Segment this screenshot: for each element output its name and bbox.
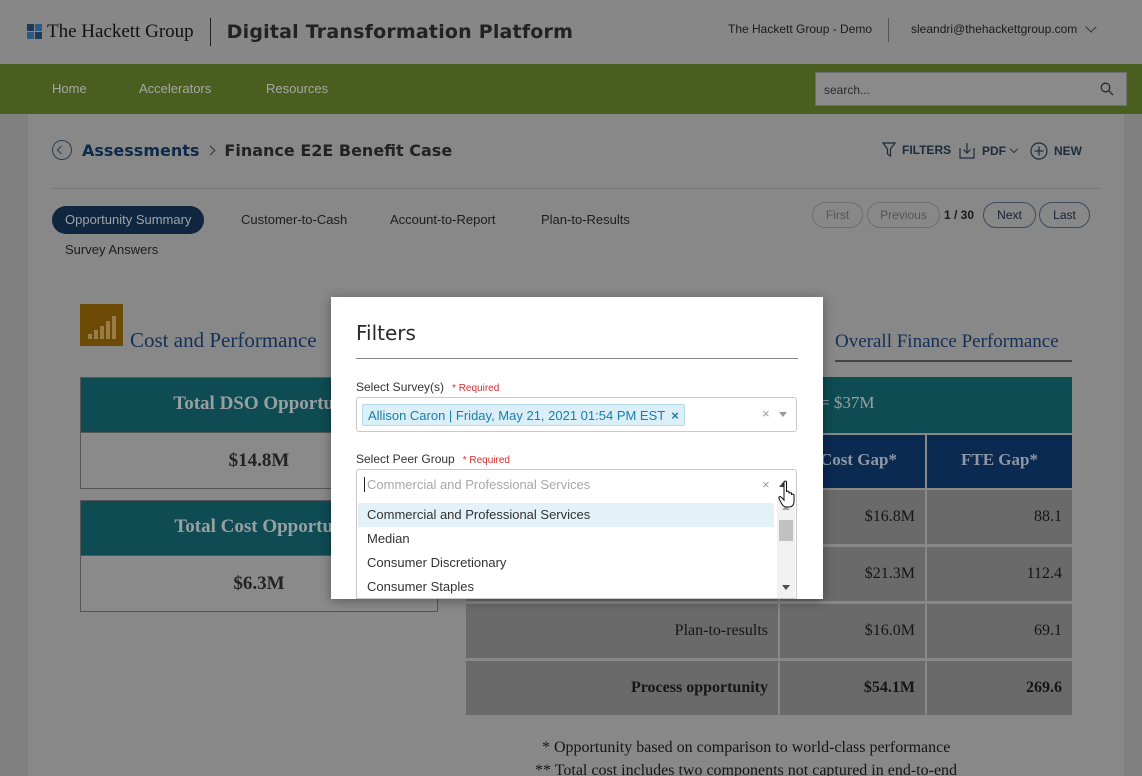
survey-tag: Allison Caron | Friday, May 21, 2021 01:…	[362, 404, 685, 426]
row-fte: 269.6	[927, 661, 1072, 715]
page-count: 1 / 30	[944, 208, 975, 222]
page-title: Finance E2E Benefit Case	[224, 140, 453, 160]
breadcrumb: Assessments Finance E2E Benefit Case	[52, 140, 452, 160]
scroll-thumb[interactable]	[779, 520, 793, 541]
dropdown-option[interactable]: Consumer Discretionary	[358, 551, 774, 575]
new-label: NEW	[1054, 144, 1082, 158]
row-label: Process opportunity	[466, 661, 778, 715]
clear-icon[interactable]: ×	[762, 406, 770, 421]
survey-field-label: Select Survey(s) * Required	[356, 380, 499, 394]
bar-chart-icon	[80, 304, 123, 346]
filters-dialog: Filters Select Survey(s) * Required Allis…	[331, 297, 823, 599]
brand-name: The Hackett Group	[47, 21, 194, 42]
dropdown-scrollbar[interactable]	[777, 499, 795, 598]
footnote: * Opportunity based on comparison to wor…	[542, 739, 951, 756]
top-header: The Hackett Group Digital Transformation…	[0, 0, 1142, 64]
scroll-down-icon[interactable]	[782, 585, 790, 590]
row-cost: $54.1M	[780, 661, 925, 715]
required-marker: * Required	[462, 455, 510, 466]
row-cost: $16.0M	[780, 604, 925, 658]
banner-total: = $37M	[820, 393, 875, 412]
survey-label-text: Select Survey(s)	[356, 380, 445, 394]
clear-icon[interactable]: ×	[762, 477, 770, 492]
download-icon	[959, 143, 975, 159]
dropdown-option[interactable]: Commercial and Professional Services	[358, 503, 774, 527]
chevron-down-icon	[1009, 144, 1019, 154]
footnote: ** Total cost includes two components no…	[535, 762, 958, 776]
peer-field-label: Select Peer Group * Required	[356, 452, 510, 466]
divider	[835, 360, 1072, 362]
first-page-button[interactable]: First	[812, 202, 863, 228]
tag-remove-icon[interactable]: ×	[671, 408, 679, 423]
row-fte: 69.1	[927, 604, 1072, 658]
caret-down-icon[interactable]	[779, 412, 787, 417]
user-menu[interactable]: sleandri@thehackettgroup.com	[911, 21, 1097, 36]
last-page-button[interactable]: Last	[1039, 202, 1090, 228]
row-fte: 88.1	[927, 490, 1072, 544]
peer-group-select[interactable]: ×	[356, 469, 797, 500]
survey-select[interactable]: Allison Caron | Friday, May 21, 2021 01:…	[356, 397, 797, 432]
peer-group-dropdown: Commercial and Professional Services Med…	[356, 499, 797, 599]
divider	[888, 18, 889, 42]
next-page-button[interactable]: Next	[983, 202, 1036, 228]
row-fte: 112.4	[927, 547, 1072, 601]
dialog-title: Filters	[356, 321, 416, 345]
filter-icon	[882, 142, 896, 158]
tenant-name[interactable]: The Hackett Group - Demo	[728, 22, 872, 36]
search-icon[interactable]	[1100, 82, 1114, 96]
divider	[52, 188, 1100, 189]
nav-accelerators[interactable]: Accelerators	[139, 81, 211, 96]
peer-label-text: Select Peer Group	[356, 452, 455, 466]
brand-logo[interactable]: The Hackett Group Digital Transformation…	[27, 18, 573, 46]
pdf-label: PDF	[982, 144, 1006, 158]
survey-tag-label: Allison Caron | Friday, May 21, 2021 01:…	[368, 408, 666, 423]
tab-plan-to-results[interactable]: Plan-to-Results	[541, 212, 630, 227]
pdf-button[interactable]: PDF	[958, 142, 1019, 160]
dropdown-option[interactable]: Median	[358, 527, 774, 551]
row-label: Plan-to-results	[466, 604, 778, 658]
tab-account-to-report[interactable]: Account-to-Report	[390, 212, 496, 227]
previous-page-button[interactable]: Previous	[867, 202, 940, 228]
back-arrow-icon[interactable]	[52, 140, 72, 160]
user-email: sleandri@thehackettgroup.com	[911, 22, 1078, 36]
search-box	[815, 72, 1127, 106]
filters-label: FILTERS	[902, 143, 952, 157]
logo-mark-icon	[27, 24, 43, 40]
peer-group-input[interactable]	[364, 477, 744, 492]
dropdown-option[interactable]: Consumer Staples	[358, 575, 774, 598]
app-title: Digital Transformation Platform	[226, 21, 574, 43]
new-button[interactable]: NEW	[1030, 142, 1082, 160]
required-marker: * Required	[452, 383, 500, 394]
search-input[interactable]	[824, 81, 1084, 99]
tab-opportunity-summary[interactable]: Opportunity Summary	[52, 206, 205, 234]
filters-button[interactable]: FILTERS	[882, 142, 951, 158]
chevron-right-icon	[205, 145, 216, 155]
divider	[356, 358, 798, 359]
chevron-down-icon	[1085, 21, 1097, 33]
report-title: Cost and Performance	[130, 328, 317, 352]
col-header-fte-gap: FTE Gap*	[927, 435, 1072, 488]
breadcrumb-assessments[interactable]: Assessments	[82, 141, 199, 160]
tab-customer-to-cash[interactable]: Customer-to-Cash	[241, 212, 347, 227]
report-title-right: Overall Finance Performance	[835, 331, 1059, 352]
nav-home[interactable]: Home	[52, 81, 87, 96]
nav-resources[interactable]: Resources	[266, 81, 328, 96]
plus-circle-icon	[1030, 142, 1048, 160]
divider	[209, 18, 211, 46]
tab-survey-answers[interactable]: Survey Answers	[65, 242, 158, 257]
hand-cursor-icon	[778, 480, 795, 508]
